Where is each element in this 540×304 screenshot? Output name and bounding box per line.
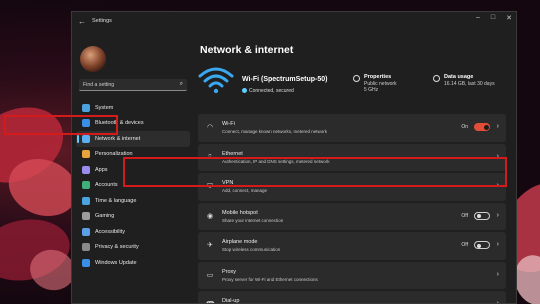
chevron-right-icon: ›: [496, 123, 499, 130]
sidebar-item-label: Accounts: [95, 182, 118, 189]
setting-row-dial-up[interactable]: ☎Dial-upSet up a dial-up internet connec…: [198, 291, 506, 304]
network-icon: [82, 134, 90, 143]
maximize-icon[interactable]: □: [491, 14, 495, 22]
back-arrow-icon[interactable]: ←: [78, 17, 86, 26]
accessibility-icon: [82, 227, 90, 236]
hotspot-icon: ◉: [206, 212, 214, 220]
setting-title: Proxy: [222, 268, 237, 275]
window-controls: – □ ✕: [476, 14, 512, 22]
search-input[interactable]: Find a setting ⌕: [79, 79, 187, 91]
update-icon: [82, 258, 90, 267]
close-icon[interactable]: ✕: [506, 14, 512, 22]
sidebar-item-windows-update[interactable]: Windows Update: [76, 255, 190, 271]
wifi-large-icon: [198, 67, 234, 94]
highlight-box-vpn-row: [123, 157, 507, 187]
setting-row-mobile-hotspot[interactable]: ◉ Mobile hotspot Share your internet conne…: [198, 202, 506, 230]
gamepad-icon: [82, 212, 90, 221]
avatar[interactable]: [80, 46, 106, 72]
sidebar-item-label: Windows Update: [95, 259, 137, 266]
connection-status: Connected, secured: [242, 88, 294, 94]
toggle-state-label: Off: [461, 212, 468, 219]
data-usage-icon: [433, 75, 440, 82]
properties-info-icon: [353, 75, 360, 82]
chevron-right-icon: ›: [496, 270, 499, 278]
data-usage-line1: 16.14 GB, last 30 days: [444, 80, 495, 87]
sidebar-item-label: Accessibility: [95, 228, 125, 235]
connection-status-text: Connected, secured: [249, 88, 294, 94]
title-bar: ← Settings: [72, 12, 516, 30]
connected-check-icon: [242, 88, 247, 93]
setting-description: Stop wireless communication: [222, 247, 281, 252]
globe-clock-icon: [82, 196, 90, 205]
setting-row-wi-fi[interactable]: ◠ Wi-Fi Connect, manage known networks, me…: [198, 114, 506, 142]
toggle-switch[interactable]: [474, 211, 490, 220]
setting-description: Share your internet connection: [222, 217, 284, 223]
sidebar-item-accessibility[interactable]: Accessibility: [76, 224, 190, 240]
shield-icon: [82, 243, 90, 252]
connected-network-name: Wi-Fi (SpectrumSetup-50): [242, 76, 328, 83]
setting-description: Proxy server for Wi-Fi and Ethernet conn…: [222, 276, 318, 282]
monitor-icon: [82, 103, 90, 112]
sidebar-item-label: Gaming: [95, 213, 115, 220]
search-icon: ⌕: [179, 81, 183, 87]
sidebar-item-label: System: [95, 104, 114, 111]
apps-icon: [82, 165, 90, 174]
setting-title: Airplane mode: [222, 239, 258, 245]
toggle-switch[interactable]: [474, 241, 490, 249]
chevron-right-icon: ›: [496, 211, 499, 219]
minimize-icon[interactable]: –: [476, 14, 480, 22]
setting-row-airplane-mode[interactable]: ✈ Airplane mode Stop wireless communicatio…: [198, 232, 506, 260]
wifi-icon: ◠: [206, 124, 214, 131]
window-title: Settings: [92, 18, 112, 24]
setting-title: Wi-Fi: [222, 121, 235, 127]
sidebar-item-label: Network & internet: [95, 135, 141, 142]
sidebar-item-label: Time & language: [95, 197, 137, 204]
search-placeholder: Find a setting: [83, 82, 115, 88]
sidebar-item-system[interactable]: System: [76, 100, 190, 116]
toggle-switch[interactable]: [474, 123, 490, 131]
sidebar-item-privacy-security[interactable]: Privacy & security: [76, 240, 190, 256]
person-icon: [82, 181, 90, 190]
properties-link[interactable]: Properties Public network 5 GHz: [353, 74, 397, 94]
sidebar-item-label: Privacy & security: [95, 244, 139, 251]
sidebar-item-label: Apps: [95, 166, 108, 173]
setting-description: Connect, manage known networks, metered …: [222, 129, 328, 134]
data-usage-link[interactable]: Data usage 16.14 GB, last 30 days: [433, 74, 495, 87]
sidebar-item-gaming[interactable]: Gaming: [76, 209, 190, 225]
airplane-icon: ✈: [207, 242, 213, 249]
properties-line2: 5 GHz: [364, 87, 379, 93]
brush-icon: [82, 150, 90, 159]
toggle-state-label: On: [461, 124, 468, 130]
chevron-right-icon: ›: [496, 300, 499, 304]
toggle-state-label: Off: [461, 242, 468, 248]
sidebar-item-time-language[interactable]: Time & language: [76, 193, 190, 209]
highlight-box-network-nav: [4, 115, 118, 135]
setting-title: Dial-up: [222, 298, 240, 304]
proxy-icon: ▭: [206, 271, 214, 279]
setting-row-proxy[interactable]: ▭ Proxy Proxy server for Wi-Fi and Etherne…: [198, 261, 506, 289]
setting-title: Ethernet: [222, 150, 243, 157]
setting-description: Add, connect, manage: [222, 188, 268, 193]
page-title: Network & internet: [200, 44, 294, 56]
chevron-right-icon: ›: [496, 241, 499, 248]
setting-title: Mobile hotspot: [222, 209, 258, 216]
